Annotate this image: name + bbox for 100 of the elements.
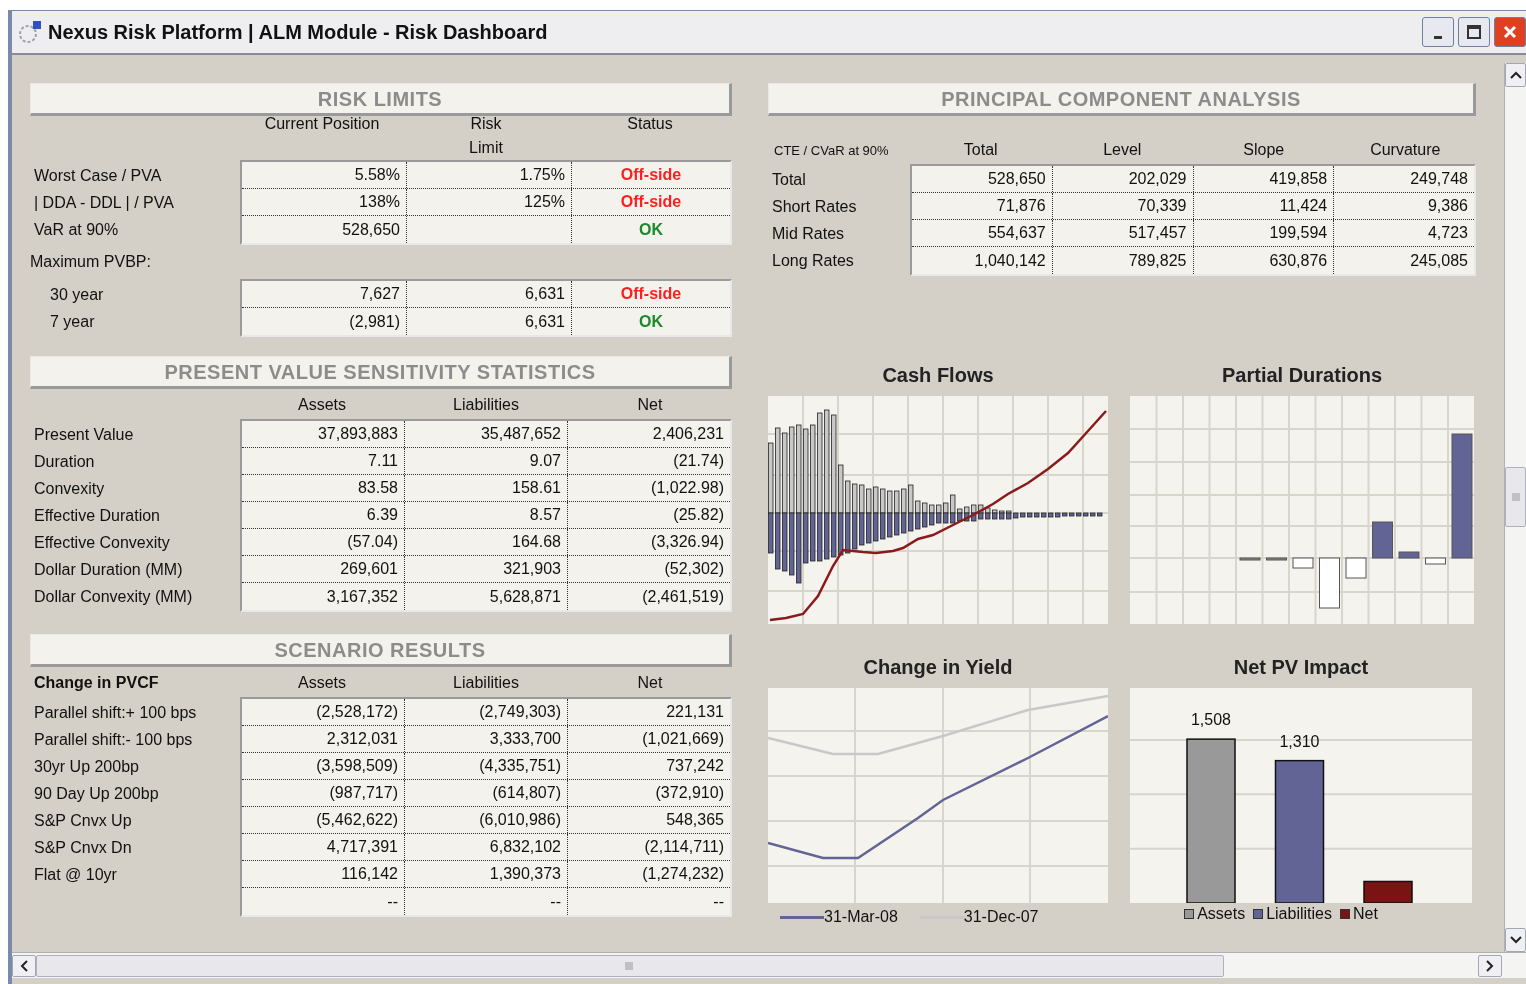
bar [1239,557,1261,561]
row-label: Worst Case / PVA [34,165,162,186]
table-cell-text: 321,903 [503,559,561,579]
scroll-down-button[interactable] [1505,928,1526,952]
maximize-button[interactable] [1458,17,1490,47]
table-cell-text: 158.61 [512,478,561,498]
table-cell-text: 3,333,700 [489,729,561,749]
table-cell-text: 1.75% [519,165,565,185]
section-title: SCENARIO RESULTS [30,634,732,667]
chart-title: Net PV Impact [1233,655,1369,680]
table-cell-text: 35,487,652 [480,424,561,444]
row-label: 30yr Up 200bp [34,756,139,777]
corner-label: CTE / CVaR at 90% [774,143,889,158]
table-cell-text: 6,631 [524,284,565,304]
table-cell-text: (987,717) [329,783,398,803]
table-cell-text: (3,326.94) [651,532,724,552]
table-cell-text: 9.07 [529,451,561,471]
table-cell-text: (2,749,303) [479,702,561,722]
table-cell-text: (2,981) [349,311,400,332]
chart-title: Cash Flows [882,363,994,388]
table-cell-text: 6,832,102 [489,837,561,857]
scroll-left-button[interactable] [12,954,36,977]
app-icon [18,20,42,44]
table-cell-text: 517,457 [1128,223,1187,243]
row-label: 7 year [50,311,95,332]
table-cell-text: 528,650 [342,219,400,240]
table-cell-text: (2,461,519) [642,586,724,607]
value-label: 1,310 [1279,732,1320,750]
scroll-up-button[interactable] [1505,63,1526,87]
row-label: Effective Convexity [34,532,170,553]
chart-title: Change in Yield [863,655,1013,680]
row-label: Flat @ 10yr [34,864,117,885]
status-text: Off-side [620,192,682,212]
table-cell-text: -- [713,891,724,912]
table-cell-text: -- [387,891,398,912]
table-cell-text: 4,717,391 [326,837,398,857]
row-label: Mid Rates [772,223,845,244]
column-header: Net [637,673,663,693]
table-cell-text: (3,598,509) [316,756,398,776]
table-cell-text: 4,723 [1427,223,1468,243]
bar [1319,557,1340,609]
column-header: Curvature [1370,140,1441,160]
table-cell-text: (2,528,172) [316,702,398,722]
table-cell-text: 202,029 [1128,169,1187,189]
row-label: Total [772,169,806,190]
table-cell-text: (614,807) [492,783,561,803]
table-cell-text: 1,040,142 [974,250,1046,271]
column-header: Assets [298,395,346,415]
table-cell-text: 11,424 [1279,196,1328,216]
close-button[interactable] [1494,17,1526,47]
table-cell-text: 789,825 [1128,250,1187,271]
section-title: PRINCIPAL COMPONENT ANALYSIS [768,83,1476,116]
status-text: OK [639,311,663,332]
table-cell-text: 125% [524,192,565,212]
chevron-up-icon [1509,71,1522,79]
bar [1345,557,1367,579]
table-cell-text: 3,167,352 [326,586,398,607]
status-text: Off-side [620,284,682,304]
row-label: Parallel shift:- 100 bps [34,729,193,750]
row-label: | DDA - DDL | / PVA [34,192,174,213]
value-label: 1,508 [1191,711,1231,729]
section-title: RISK LIMITS [30,83,732,116]
table-cell-text: (1,022.98) [651,478,724,498]
table-cell-text: (6,010,986) [479,810,561,830]
corner-label: Change in PVCF [34,674,159,691]
table-cell-text: 554,637 [987,223,1046,243]
bar [1363,880,1413,903]
table-cell-text: 6,631 [524,311,565,332]
chart-title: Partial Durations [1221,363,1382,388]
table-cell-text: 164.68 [512,532,561,552]
row-label: Convexity [34,478,105,499]
table-cell-text: (21.74) [673,451,724,471]
legend-label: Liabilities [1266,904,1332,924]
table-cell-text: 630,876 [1269,250,1328,271]
minimize-icon [1434,35,1442,39]
chevron-right-icon [1486,959,1494,972]
table-cell-text: 7.11 [368,451,398,471]
bar [1266,557,1287,561]
scroll-right-button[interactable] [1478,954,1502,977]
row-label: Duration [34,451,95,472]
section-title: PRESENT VALUE SENSITIVITY STATISTICS [30,356,732,389]
row-label: VaR at 90% [34,219,119,240]
window-title: Nexus Risk Platform | ALM Module - Risk Dashboard [48,20,548,45]
table-cell-text: 6.39 [366,505,398,525]
column-header: Liabilities [453,395,519,415]
scrollbar-thumb[interactable] [36,954,1224,977]
table-cell-text: 245,085 [1410,250,1468,271]
table-cell-text: 249,748 [1410,169,1468,189]
table-cell-text: 37,893,883 [317,424,398,444]
chevron-down-icon [1509,936,1522,944]
table-cell-text: 70,339 [1137,196,1187,216]
row-label: Long Rates [772,250,854,271]
scrollbar-thumb[interactable] [1505,467,1526,527]
legend-label: 31-Dec-07 [963,907,1039,927]
row-label: 30 year [50,284,104,305]
table-cell-text: (57.04) [347,532,398,552]
table-cell-text: (372,910) [655,783,724,803]
table-cell-text: 5.58% [354,165,400,185]
minimize-button[interactable] [1422,17,1454,47]
maximize-icon [1466,24,1482,40]
